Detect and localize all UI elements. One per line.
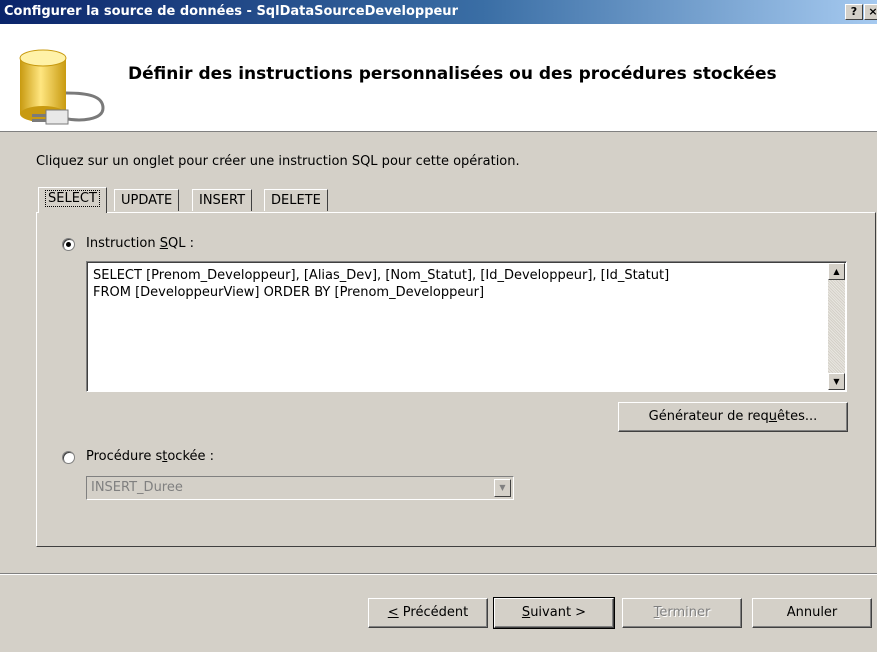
window-titlebar: Configurer la source de données - SqlDat… xyxy=(0,0,877,24)
help-button[interactable]: ? xyxy=(845,4,863,20)
stored-procedure-label: Procédure stockée : xyxy=(86,449,215,464)
sql-scrollbar[interactable]: ▲ ▼ xyxy=(828,263,845,390)
sql-statement-textarea[interactable]: SELECT [Prenom_Developpeur], [Alias_Dev]… xyxy=(86,261,847,392)
tab-delete[interactable]: DELETE xyxy=(264,189,328,211)
query-builder-button[interactable]: Générateur de requêtes... xyxy=(618,402,848,432)
next-button[interactable]: Suivant > xyxy=(493,597,615,629)
stored-procedure-value: INSERT_Duree xyxy=(91,480,183,495)
stored-procedure-radio[interactable] xyxy=(62,451,75,464)
close-button[interactable]: × xyxy=(864,4,877,20)
instruction-text: Cliquez sur un onglet pour créer une ins… xyxy=(36,154,520,169)
tab-select[interactable]: SELECT xyxy=(38,187,107,213)
stored-procedure-select[interactable]: INSERT_Duree ▼ xyxy=(86,476,514,500)
tab-select-label: SELECT xyxy=(45,190,100,207)
sql-statement-value: SELECT [Prenom_Developpeur], [Alias_Dev]… xyxy=(93,268,670,300)
finish-button[interactable]: Terminer xyxy=(622,598,742,628)
tab-insert[interactable]: INSERT xyxy=(192,189,253,211)
wizard-step-title: Définir des instructions personnalisées … xyxy=(128,64,777,84)
tab-update[interactable]: UPDATE xyxy=(114,189,180,211)
cancel-button[interactable]: Annuler xyxy=(752,598,872,628)
scroll-up-icon[interactable]: ▲ xyxy=(828,263,845,280)
previous-button[interactable]: < Précédent xyxy=(368,598,488,628)
sql-statement-radio[interactable] xyxy=(62,238,75,251)
window-title: Configurer la source de données - SqlDat… xyxy=(4,4,458,19)
database-connection-icon xyxy=(19,49,105,125)
chevron-down-icon[interactable]: ▼ xyxy=(494,479,511,497)
scroll-down-icon[interactable]: ▼ xyxy=(828,373,845,390)
footer-divider xyxy=(0,573,877,575)
sql-statement-label: Instruction SQL : xyxy=(86,236,194,251)
wizard-header: Définir des instructions personnalisées … xyxy=(0,24,877,132)
